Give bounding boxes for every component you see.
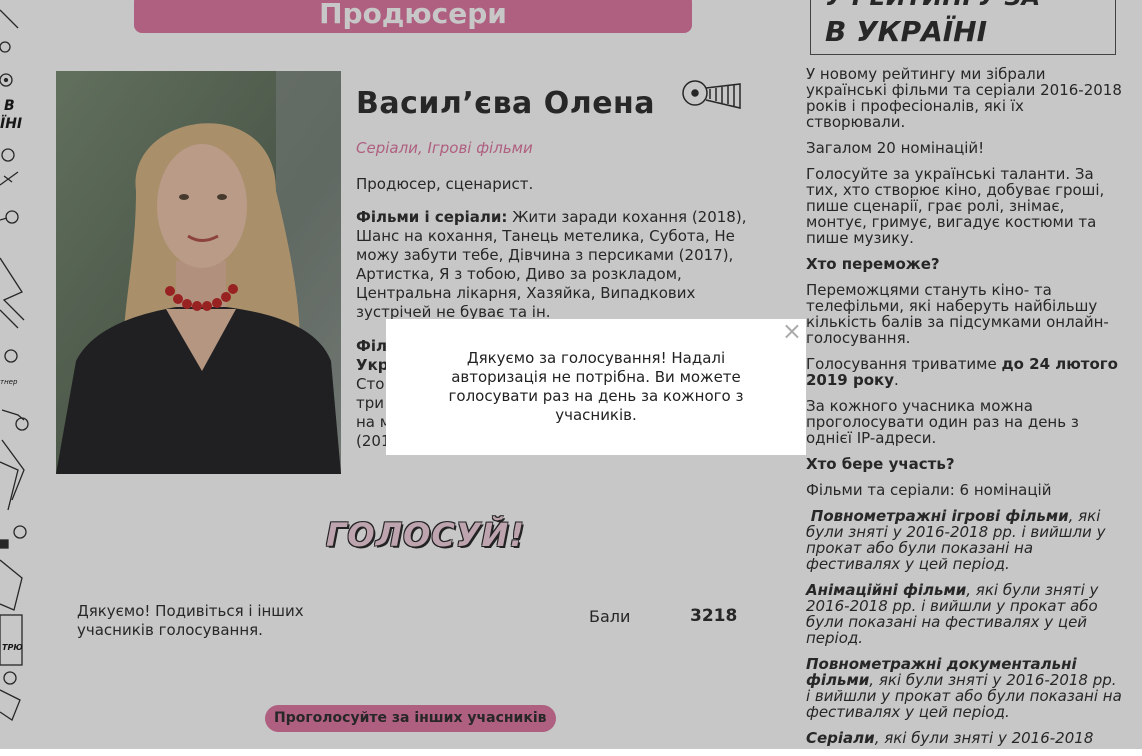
modal-message: Дякуємо за голосування! Надалі авторизац… bbox=[448, 349, 744, 424]
page: В ЇНІ тнер ТРЮ Продюсери Васил’єва Олена… bbox=[0, 0, 1142, 749]
close-icon[interactable]: × bbox=[782, 317, 802, 345]
vote-confirmation-modal: × Дякуємо за голосування! Надалі авториз… bbox=[386, 317, 806, 455]
